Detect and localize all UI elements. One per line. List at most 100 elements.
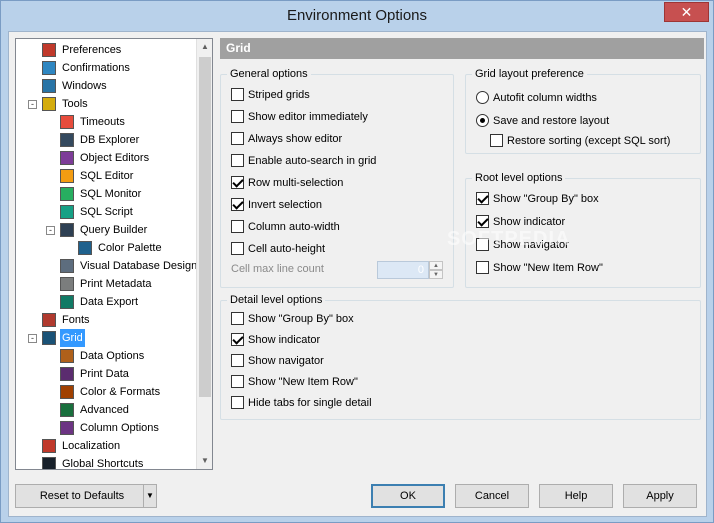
title-bar: Environment Options ✕	[1, 1, 713, 31]
tree-item-global-shortcuts[interactable]: Global Shortcuts	[60, 455, 145, 469]
column-options-icon	[60, 421, 74, 435]
tree-item-label: Tools	[62, 98, 88, 110]
save-restore-radio-circle[interactable]	[476, 114, 489, 127]
always-show-editor-box[interactable]	[231, 132, 244, 145]
invert-selection-box[interactable]	[231, 198, 244, 211]
tree-item-label: Print Metadata	[80, 278, 152, 290]
invert-selection-label: Invert selection	[248, 199, 322, 211]
root-level-title: Root level options	[472, 172, 566, 184]
timeouts-icon	[60, 115, 74, 129]
tree-item-label: Object Editors	[80, 152, 150, 164]
tree-item-label: Color Palette	[98, 242, 162, 254]
tree-item-localization[interactable]: Localization	[60, 437, 122, 455]
tree-item-label: Timeouts	[80, 116, 125, 128]
close-button[interactable]: ✕	[664, 2, 709, 22]
cancel-button[interactable]: Cancel	[455, 484, 529, 508]
reset-to-defaults-button[interactable]: Reset to Defaults	[15, 484, 149, 508]
striped-grids-label: Striped grids	[248, 89, 310, 101]
detail-level-title: Detail level options	[227, 294, 326, 306]
tree-item-preferences[interactable]: Preferences	[60, 41, 123, 59]
cell-max-line-count-input[interactable]: 0	[377, 261, 429, 279]
tree-item-label: Data Options	[80, 350, 145, 362]
apply-button[interactable]: Apply	[623, 484, 697, 508]
sql-editor-icon	[60, 169, 74, 183]
tree-item-sql-editor[interactable]: SQL Editor	[78, 167, 135, 185]
general-options-title: General options	[227, 68, 311, 80]
ok-button[interactable]: OK	[371, 484, 445, 508]
restore-sorting-box[interactable]	[490, 134, 503, 147]
tree-scrollbar[interactable]: ▲ ▼	[196, 39, 212, 469]
tree-item-label: Query Builder	[80, 224, 148, 236]
spin-down-icon[interactable]: ▼	[429, 270, 443, 279]
tree-item-query-builder[interactable]: Query Builder	[78, 221, 149, 239]
show-indicator-box[interactable]	[476, 215, 489, 228]
collapse-icon[interactable]: -	[28, 334, 37, 343]
column-auto-width-label: Column auto-width	[248, 221, 340, 233]
row-multi-selection-box[interactable]	[231, 176, 244, 189]
tree-item-data-options[interactable]: Data Options	[78, 347, 146, 365]
hide-tabs-for-single-detail-box[interactable]	[231, 396, 244, 409]
tree-item-label: Data Export	[80, 296, 139, 308]
reset-dropdown-icon[interactable]: ▼	[143, 484, 157, 508]
db-explorer-icon	[60, 133, 74, 147]
tree-item-sql-monitor[interactable]: SQL Monitor	[78, 185, 143, 203]
tree-item-grid[interactable]: Grid	[60, 329, 85, 347]
collapse-icon[interactable]: -	[46, 226, 55, 235]
detail-level-group: Detail level options Show "Group By" box…	[220, 294, 701, 420]
panel-header: Grid	[220, 38, 704, 59]
autofit-radio-circle[interactable]	[476, 91, 489, 104]
scroll-up-icon[interactable]: ▲	[197, 39, 212, 55]
show-indicator-box[interactable]	[231, 333, 244, 346]
tree-item-tools[interactable]: Tools	[60, 95, 90, 113]
grid-layout-group: Grid layout preference Autofit column wi…	[465, 68, 701, 154]
striped-grids-box[interactable]	[231, 88, 244, 101]
show-navigator-label: Show navigator	[248, 355, 324, 367]
restore-sorting-label: Restore sorting (except SQL sort)	[507, 135, 671, 147]
tree-item-label: SQL Script	[80, 206, 133, 218]
scroll-thumb[interactable]	[199, 57, 211, 397]
row-multi-selection-label: Row multi-selection	[248, 177, 344, 189]
tree-item-advanced[interactable]: Advanced	[78, 401, 131, 419]
show-indicator-label: Show indicator	[248, 334, 321, 346]
data-export-icon	[60, 295, 74, 309]
tree-item-label: Confirmations	[62, 62, 130, 74]
show-editor-immediately-label: Show editor immediately	[248, 111, 368, 123]
cell-max-spinner[interactable]: ▲ ▼	[429, 261, 443, 279]
tree-item-sql-script[interactable]: SQL Script	[78, 203, 135, 221]
tree-item-print-metadata[interactable]: Print Metadata	[78, 275, 154, 293]
tree-item-visual-database-designer[interactable]: Visual Database Designe	[78, 257, 205, 275]
enable-auto-search-in-grid-label: Enable auto-search in grid	[248, 155, 377, 167]
show-group-by-box-box[interactable]	[476, 192, 489, 205]
tree-item-db-explorer[interactable]: DB Explorer	[78, 131, 141, 149]
always-show-editor-label: Always show editor	[248, 133, 343, 145]
tree-item-timeouts[interactable]: Timeouts	[78, 113, 127, 131]
tree-item-label: SQL Monitor	[80, 188, 142, 200]
cell-auto-height-box[interactable]	[231, 242, 244, 255]
tree-item-color-formats[interactable]: Color & Formats	[78, 383, 162, 401]
enable-auto-search-in-grid-box[interactable]	[231, 154, 244, 167]
show-new-item-row-box[interactable]	[231, 375, 244, 388]
environment-options-window: Environment Options ✕ Preferences Confirm…	[0, 0, 714, 523]
object-editors-icon	[60, 151, 74, 165]
show-editor-immediately-box[interactable]	[231, 110, 244, 123]
tree-item-print-data[interactable]: Print Data	[78, 365, 131, 383]
tree-item-data-export[interactable]: Data Export	[78, 293, 140, 311]
tree-item-confirmations[interactable]: Confirmations	[60, 59, 132, 77]
spin-up-icon[interactable]: ▲	[429, 261, 443, 270]
show-navigator-box[interactable]	[231, 354, 244, 367]
tree-item-windows[interactable]: Windows	[60, 77, 109, 95]
tree-item-fonts[interactable]: Fonts	[60, 311, 92, 329]
show-group-by-box-box[interactable]	[231, 312, 244, 325]
column-auto-width-box[interactable]	[231, 220, 244, 233]
tree-item-column-options[interactable]: Column Options	[78, 419, 161, 437]
tree-item-object-editors[interactable]: Object Editors	[78, 149, 151, 167]
help-button[interactable]: Help	[539, 484, 613, 508]
dialog-client: Preferences Confirmations Windows Tools - Tim…	[8, 31, 707, 517]
collapse-icon[interactable]: -	[28, 100, 37, 109]
show-new-item-row-box[interactable]	[476, 261, 489, 274]
tree-item-color-palette[interactable]: Color Palette	[96, 239, 164, 257]
scroll-down-icon[interactable]: ▼	[197, 453, 212, 469]
window-title: Environment Options	[286, 7, 428, 24]
windows-icon	[42, 79, 56, 93]
color-formats-icon	[60, 385, 74, 399]
